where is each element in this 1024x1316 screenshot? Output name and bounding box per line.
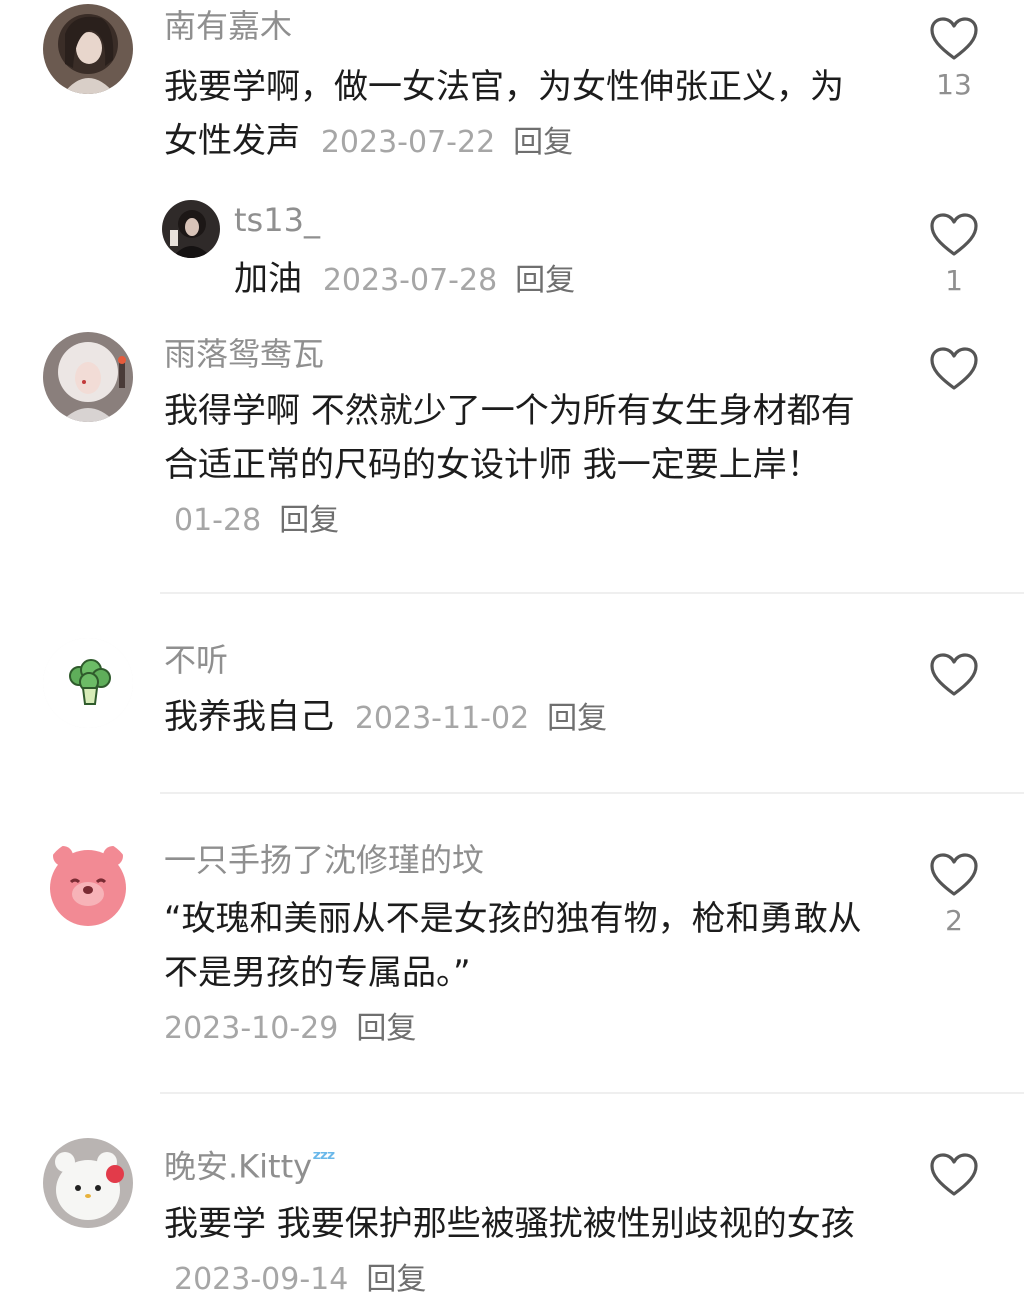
heart-outline-icon: [930, 1153, 978, 1196]
comment-date: 2023-07-28: [322, 263, 498, 298]
comment-content: 我得学啊 不然就少了一个为所有女生身材都有合适正常的尺码的女设计师 我一定要上岸…: [164, 391, 855, 485]
reply-button[interactable]: 回复: [513, 125, 573, 160]
comment-text: 我要学啊，做一女法官，为女性伸张正义，为女性发声 2023-07-22 回复: [164, 60, 864, 170]
comment-date: 2023-09-14: [174, 1261, 349, 1297]
comment-content: “玫瑰和美丽从不是女孩的独有物，枪和勇敢从不是男孩的专属品。”: [164, 899, 862, 993]
comment-text: 加油 2023-07-28 回复: [234, 252, 854, 308]
comment-date: 2023-07-22: [320, 125, 496, 160]
pink-bear-avatar-icon: [43, 838, 133, 928]
comment-date: 2023-11-02: [354, 701, 530, 736]
reply-button[interactable]: 回复: [356, 1011, 416, 1046]
like-button[interactable]: [922, 1152, 986, 1204]
comment-content: 我要学啊，做一女法官，为女性伸张正义，为女性发声: [164, 67, 844, 161]
like-button[interactable]: 13: [922, 16, 986, 102]
comment-text: “玫瑰和美丽从不是女孩的独有物，枪和勇敢从不是男孩的专属品。” 2023-10-…: [164, 892, 864, 1056]
reply-button[interactable]: 回复: [547, 701, 607, 736]
heart-outline-icon: [930, 853, 978, 896]
user-avatar-dark-photo-icon: [162, 200, 220, 258]
like-button[interactable]: 2: [922, 852, 986, 938]
avatar[interactable]: [43, 332, 133, 422]
user-avatar-girl-photo-icon: [43, 4, 133, 94]
reply-button[interactable]: 回复: [515, 263, 575, 298]
username-text: 晚安.Kitty: [164, 1147, 313, 1186]
username[interactable]: 不听: [164, 640, 864, 680]
white-kitty-avatar-icon: [43, 1138, 133, 1228]
divider: [160, 1092, 1024, 1094]
avatar[interactable]: [43, 838, 133, 928]
like-count: 13: [936, 68, 972, 101]
comment-content: 我养我自己: [164, 697, 334, 737]
like-button[interactable]: 1: [922, 212, 986, 298]
like-count: 1: [945, 264, 963, 297]
heart-outline-icon: [930, 213, 978, 256]
avatar[interactable]: [43, 4, 133, 94]
username[interactable]: 南有嘉木: [164, 6, 864, 46]
divider: [160, 792, 1024, 794]
comment-date: 01-28: [174, 503, 262, 538]
comment-date: 2023-10-29: [164, 1011, 339, 1046]
comment-text: 我要学 我要保护那些被骚扰被性别歧视的女孩 2023-09-14 回复: [164, 1197, 864, 1307]
like-button[interactable]: [922, 346, 986, 398]
like-count: 2: [945, 904, 963, 937]
heart-outline-icon: [930, 653, 978, 696]
username[interactable]: 晚安.Kittyᶻᶻᶻ: [164, 1140, 864, 1187]
avatar[interactable]: [43, 1138, 133, 1228]
comment-text: 我得学啊 不然就少了一个为所有女生身材都有合适正常的尺码的女设计师 我一定要上岸…: [164, 384, 864, 548]
sleep-zzz-icon: ᶻᶻᶻ: [312, 1147, 336, 1172]
avatar[interactable]: [162, 200, 220, 258]
reply-button[interactable]: 回复: [366, 1262, 426, 1297]
broccoli-icon: [43, 638, 133, 728]
divider: [160, 592, 1024, 594]
username[interactable]: 雨落鸳鸯瓦: [164, 334, 864, 374]
like-button[interactable]: [922, 652, 986, 704]
comment-content: 我要学 我要保护那些被骚扰被性别歧视的女孩: [164, 1203, 855, 1244]
user-avatar-white-hair-girl-icon: [43, 332, 133, 422]
heart-outline-icon: [930, 17, 978, 60]
heart-outline-icon: [930, 347, 978, 390]
comment-text: 我养我自己 2023-11-02 回复: [164, 690, 864, 746]
comment-content: 加油: [234, 259, 302, 299]
reply-button[interactable]: 回复: [279, 503, 339, 538]
username[interactable]: ts13_: [234, 200, 854, 240]
avatar[interactable]: [43, 638, 133, 728]
username[interactable]: 一只手扬了沈修瑾的坟: [164, 840, 864, 880]
